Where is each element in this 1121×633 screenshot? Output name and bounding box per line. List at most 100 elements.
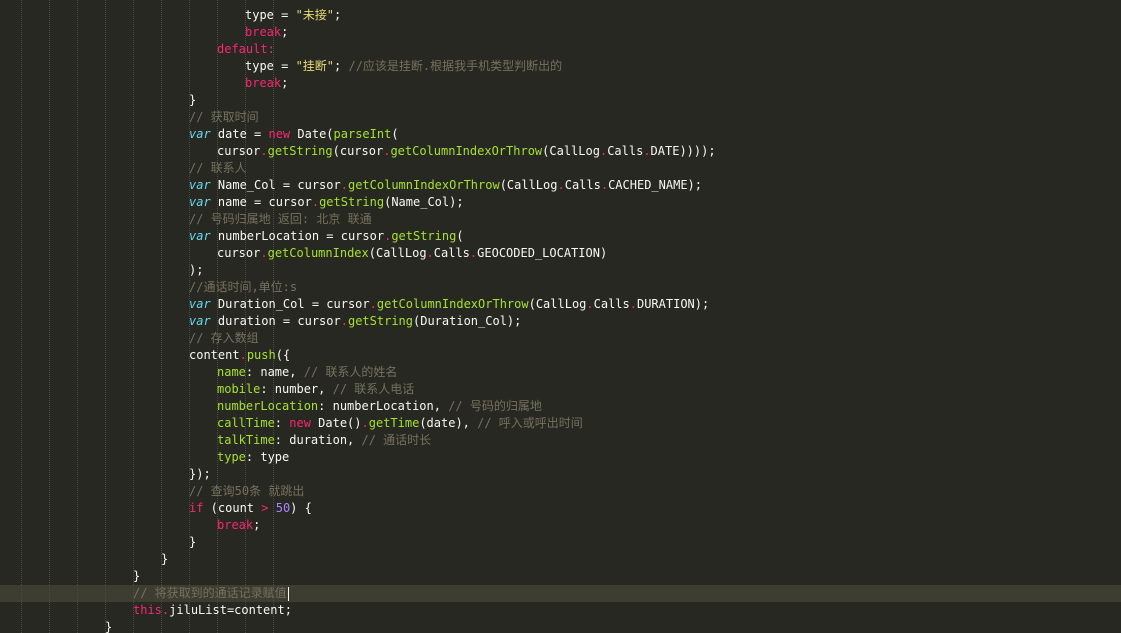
- code-token: (Duration_Col);: [413, 314, 522, 328]
- code-token: : name,: [245, 365, 304, 379]
- code-line[interactable]: this.jiluList=content;: [133, 602, 292, 619]
- code-token: (CallLog: [368, 246, 427, 260]
- code-token: getString: [267, 144, 333, 158]
- code-token: break: [217, 518, 254, 532]
- code-line[interactable]: talkTime: duration, // 通话时长: [217, 432, 431, 449]
- code-token: ) {: [290, 501, 312, 515]
- code-token: name: [217, 365, 246, 379]
- code-token: "未接": [295, 8, 335, 22]
- code-line[interactable]: // 存入数组: [189, 330, 259, 347]
- code-token: (CallLog: [499, 178, 558, 192]
- code-line[interactable]: // 查询50条 就跳出: [189, 483, 304, 500]
- code-line[interactable]: type = "未接";: [245, 7, 341, 24]
- code-token: var: [189, 195, 211, 209]
- code-token: var: [189, 314, 211, 328]
- code-line[interactable]: var date = new Date(parseInt(: [189, 126, 399, 143]
- code-line[interactable]: // 号码归属地 返回: 北京 联通: [189, 211, 372, 228]
- code-line[interactable]: content.push({: [189, 347, 290, 364]
- code-token: new: [268, 127, 291, 141]
- code-line[interactable]: break;: [217, 517, 260, 534]
- code-token: cursor: [217, 246, 261, 260]
- code-token: break: [245, 25, 282, 39]
- code-token: content: [189, 348, 240, 362]
- code-token: .: [586, 297, 594, 311]
- code-token: type =: [245, 8, 296, 22]
- code-token: cursor: [217, 144, 261, 158]
- code-line[interactable]: );: [189, 262, 203, 279]
- code-line[interactable]: // 获取时间: [189, 109, 259, 126]
- code-token: }: [133, 569, 141, 583]
- code-line[interactable]: // 将获取到的通话记录赋值: [133, 585, 289, 602]
- code-token: getColumnIndexOrThrow: [376, 297, 529, 311]
- code-line[interactable]: }: [105, 619, 112, 633]
- code-token: getString: [319, 195, 385, 209]
- code-line[interactable]: type: type: [217, 449, 289, 466]
- code-line[interactable]: }: [161, 551, 168, 568]
- code-token: var: [189, 127, 211, 141]
- code-token: // 查询50条 就跳出: [189, 484, 305, 498]
- code-line[interactable]: var name = cursor.getString(Name_Col);: [189, 194, 464, 211]
- code-editor[interactable]: type = "未接"; break; default: type = "挂断"; /…: [0, 0, 1121, 633]
- code-token: getColumnIndexOrThrow: [347, 178, 500, 192]
- indent-guide: [49, 0, 50, 633]
- code-line[interactable]: //通话时间,单位:s: [189, 279, 297, 296]
- code-token: parseInt: [333, 127, 392, 141]
- code-line[interactable]: var Name_Col = cursor.getColumnIndexOrTh…: [189, 177, 702, 194]
- code-token: name = cursor: [210, 195, 312, 209]
- code-token: type: [217, 450, 246, 464]
- code-token: .: [260, 246, 268, 260]
- code-token: numberLocation = cursor: [210, 229, 385, 243]
- code-token: (: [391, 127, 399, 141]
- code-line[interactable]: var numberLocation = cursor.getString(: [189, 228, 464, 245]
- code-token: getColumnIndexOrThrow: [390, 144, 543, 158]
- code-token: ;: [334, 59, 349, 73]
- code-token: (CallLog: [528, 297, 587, 311]
- code-token: getTime: [368, 416, 420, 430]
- code-line[interactable]: type = "挂断"; //应该是挂断.根据我手机类型判断出的: [245, 58, 562, 75]
- code-token: // 联系人: [189, 161, 247, 175]
- code-token: Calls: [607, 144, 644, 158]
- indent-guide: [21, 0, 22, 633]
- code-token: .: [361, 416, 369, 430]
- code-line[interactable]: break;: [245, 24, 288, 41]
- code-line[interactable]: cursor.getColumnIndex(CallLog.Calls.GEOC…: [217, 245, 607, 262]
- code-line[interactable]: }: [189, 534, 196, 551]
- code-line[interactable]: });: [189, 466, 211, 483]
- code-token: ;: [334, 8, 342, 22]
- code-token: if: [189, 501, 204, 515]
- code-token: GEOCODED_LOCATION): [477, 246, 608, 260]
- code-token: .: [643, 144, 651, 158]
- code-token: Calls: [564, 178, 601, 192]
- code-line[interactable]: var duration = cursor.getString(Duration…: [189, 313, 521, 330]
- code-token: // 号码归属地 返回: 北京 联通: [189, 212, 372, 226]
- code-token: new: [289, 416, 311, 430]
- code-line[interactable]: default:: [217, 41, 275, 58]
- code-line[interactable]: callTime: new Date().getTime(date), // 呼…: [217, 415, 583, 432]
- code-token: numberLocation: [217, 399, 319, 413]
- code-token: getString: [347, 314, 413, 328]
- code-line[interactable]: mobile: number, // 联系人电话: [217, 381, 414, 398]
- code-token: :: [274, 416, 290, 430]
- code-line[interactable]: cursor.getString(cursor.getColumnIndexOr…: [217, 143, 716, 160]
- code-line[interactable]: break;: [245, 75, 288, 92]
- code-token: }: [161, 552, 169, 566]
- code-token: jiluList=content;: [169, 603, 292, 617]
- code-token: date =: [210, 127, 269, 141]
- code-token: // 呼入或呼出时间: [477, 416, 583, 430]
- code-line[interactable]: numberLocation: numberLocation, // 号码的归属…: [217, 398, 542, 415]
- indent-guide: [105, 0, 106, 633]
- code-line[interactable]: name: name, // 联系人的姓名: [217, 364, 397, 381]
- code-token: // 联系人电话: [332, 382, 415, 396]
- code-token: .: [600, 178, 609, 192]
- code-token: .: [629, 297, 637, 311]
- code-line[interactable]: if (count > 50) {: [189, 500, 312, 517]
- indent-guide: [77, 0, 78, 633]
- code-line[interactable]: }: [189, 92, 196, 109]
- code-line[interactable]: }: [133, 568, 140, 585]
- code-line[interactable]: // 联系人: [189, 160, 247, 177]
- code-line[interactable]: var Duration_Col = cursor.getColumnIndex…: [189, 296, 709, 313]
- code-token: DURATION);: [636, 297, 710, 311]
- code-token: (cursor: [332, 144, 384, 158]
- code-token: push: [246, 348, 276, 362]
